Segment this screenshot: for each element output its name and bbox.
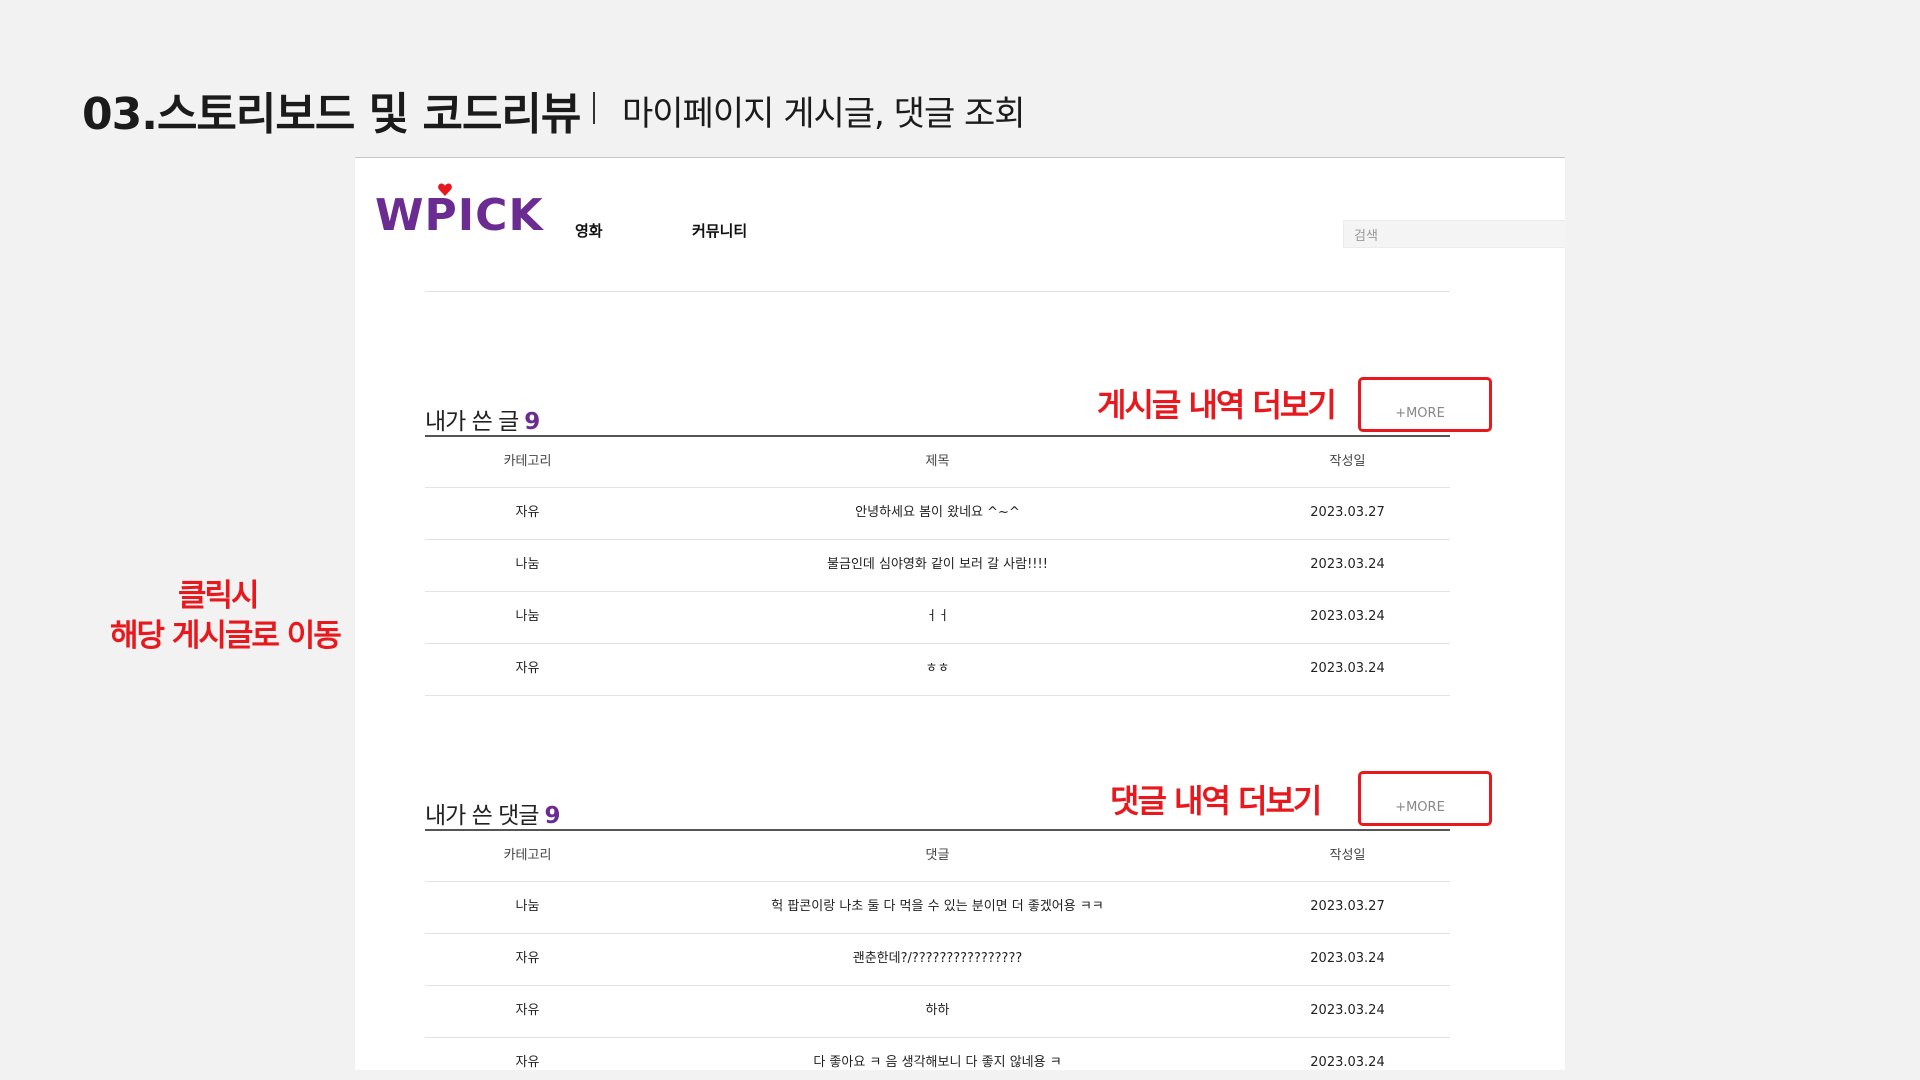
table-row[interactable]: 자유 ㅎㅎ 2023.03.24 (425, 644, 1450, 696)
mypage-screenshot: WPICK 영화 커뮤니티 검색 내가 쓴 글9 +MORE 카테고리 제목 작… (355, 157, 1565, 1070)
column-header: 제목 (925, 454, 950, 469)
my-comments-count: 9 (544, 803, 560, 829)
post-date: 2023.03.24 (1310, 557, 1385, 572)
nav-movie[interactable]: 영화 (575, 220, 603, 241)
comment-date: 2023.03.24 (1310, 1055, 1385, 1070)
post-date: 2023.03.24 (1310, 609, 1385, 624)
table-row[interactable]: 자유 하하 2023.03.24 (425, 986, 1450, 1038)
comment-text-link[interactable]: 헉 팝콘이랑 나초 둘 다 먹을 수 있는 분이면 더 좋겠어용 ㅋㅋ (630, 882, 1245, 932)
my-posts-count: 9 (524, 409, 540, 435)
post-category: 나눔 (515, 609, 540, 624)
click-annotation-line1: 클릭시 (178, 578, 260, 614)
table-row[interactable]: 나눔 ㅓㅓ 2023.03.24 (425, 592, 1450, 644)
comment-text-link[interactable]: 다 좋아요 ㅋ 음 생각해보니 다 좋지 않네용 ㅋ (630, 1038, 1245, 1070)
post-category: 나눔 (515, 557, 540, 572)
post-date: 2023.03.24 (1310, 661, 1385, 676)
post-title-link[interactable]: 불금인데 심야영화 같이 보러 갈 사람!!!! (630, 540, 1245, 590)
posts-more-highlight (1358, 377, 1492, 432)
header-divider (425, 291, 1450, 292)
comment-category: 자유 (515, 1055, 540, 1070)
comment-category: 자유 (515, 951, 540, 966)
logo-text: WPICK (375, 190, 544, 241)
comments-table: 카테고리 댓글 작성일 나눔 헉 팝콘이랑 나초 둘 다 먹을 수 있는 분이면… (425, 831, 1450, 1070)
table-row[interactable]: 나눔 불금인데 심야영화 같이 보러 갈 사람!!!! 2023.03.24 (425, 540, 1450, 592)
comment-text-link[interactable]: 하하 (630, 986, 1245, 1036)
title-divider (593, 92, 595, 124)
post-date: 2023.03.27 (1310, 505, 1385, 520)
comment-date: 2023.03.24 (1310, 951, 1385, 966)
comment-date: 2023.03.27 (1310, 899, 1385, 914)
slide-title: 03.스토리보드 및 코드리뷰 (82, 89, 581, 140)
column-header: 작성일 (1329, 848, 1366, 863)
my-comments-title-text: 내가 쓴 댓글 (425, 803, 539, 829)
column-header: 카테고리 (503, 454, 552, 469)
table-row[interactable]: 나눔 헉 팝콘이랑 나초 둘 다 먹을 수 있는 분이면 더 좋겠어용 ㅋㅋ 2… (425, 882, 1450, 934)
column-header: 작성일 (1329, 454, 1366, 469)
comments-more-annotation: 댓글 내역 더보기 (1110, 782, 1322, 820)
post-category: 자유 (515, 505, 540, 520)
comment-category: 나눔 (515, 899, 540, 914)
wpick-logo[interactable]: WPICK (375, 183, 544, 241)
table-header-row: 카테고리 댓글 작성일 (425, 831, 1450, 882)
my-comments-title: 내가 쓴 댓글 9 (425, 796, 560, 830)
column-header: 댓글 (925, 848, 950, 863)
heart-icon (438, 183, 452, 196)
search-input[interactable]: 검색 (1343, 220, 1565, 248)
comment-date: 2023.03.24 (1310, 1003, 1385, 1018)
post-title-link[interactable]: ㅎㅎ (630, 644, 1245, 694)
table-row[interactable]: 자유 괜춘한데?/???????????????? 2023.03.24 (425, 934, 1450, 986)
comment-category: 자유 (515, 1003, 540, 1018)
my-posts-title-text: 내가 쓴 글 (425, 409, 519, 435)
posts-more-annotation: 게시글 내역 더보기 (1097, 386, 1337, 424)
column-header: 카테고리 (503, 848, 552, 863)
post-category: 자유 (515, 661, 540, 676)
table-header-row: 카테고리 제목 작성일 (425, 437, 1450, 488)
table-row[interactable]: 자유 안녕하세요 봄이 왔네요 ^~^ 2023.03.27 (425, 488, 1450, 540)
click-annotation-line2: 해당 게시글로 이동 (110, 618, 342, 654)
nav-community[interactable]: 커뮤니티 (692, 220, 747, 241)
post-title-link[interactable]: 안녕하세요 봄이 왔네요 ^~^ (630, 488, 1245, 538)
slide-subtitle: 마이페이지 게시글, 댓글 조회 (622, 94, 1026, 134)
posts-table: 카테고리 제목 작성일 자유 안녕하세요 봄이 왔네요 ^~^ 2023.03.… (425, 437, 1450, 696)
post-title-link[interactable]: ㅓㅓ (630, 592, 1245, 642)
table-row[interactable]: 자유 다 좋아요 ㅋ 음 생각해보니 다 좋지 않네용 ㅋ 2023.03.24 (425, 1038, 1450, 1070)
comment-text-link[interactable]: 괜춘한데?/???????????????? (630, 934, 1245, 984)
my-posts-title: 내가 쓴 글9 (425, 402, 540, 436)
comments-more-highlight (1358, 771, 1492, 826)
